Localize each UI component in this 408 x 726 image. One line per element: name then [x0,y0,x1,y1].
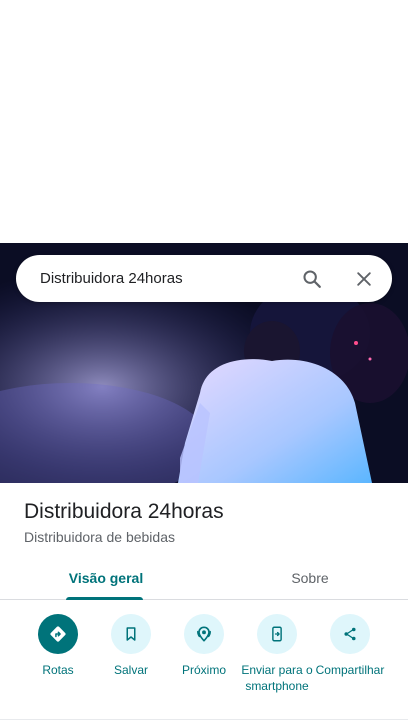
place-category: Distribuidora de bebidas [24,529,175,545]
share-label: Compartilhar [315,663,385,677]
close-icon[interactable] [342,257,386,301]
nearby-label: Próximo [181,663,226,677]
save-label: Salvar [113,663,148,677]
search-bar[interactable]: Distribuidora 24horas [16,255,392,302]
send-to-phone-label: Enviar para o smartphone [241,663,313,693]
tab-about[interactable]: Sobre [212,556,408,599]
active-tab-indicator [66,597,143,600]
divider [0,719,408,720]
tab-about-label: Sobre [291,569,329,586]
save-button[interactable]: Salvar [91,614,171,678]
search-input[interactable]: Distribuidora 24horas [40,270,290,287]
directions-label: Rotas [42,663,74,677]
nearby-button[interactable]: Próximo [164,614,244,678]
tab-overview-label: Visão geral [68,569,144,586]
tab-overview[interactable]: Visão geral [0,556,212,600]
place-title: Distribuidora 24horas [24,500,224,523]
bookmark-icon [111,614,151,654]
directions-button[interactable]: Rotas [18,614,98,678]
action-row: Rotas Salvar Próximo Enviar para o smart… [0,614,408,714]
directions-icon [38,614,78,654]
share-icon [330,614,370,654]
search-icon[interactable] [290,257,334,301]
send-to-phone-button[interactable]: Enviar para o smartphone [237,614,317,694]
send-to-phone-icon [257,614,297,654]
share-button[interactable]: Compartilhar [310,614,390,678]
tab-bar: Visão geral Sobre [0,556,408,600]
nearby-icon [184,614,224,654]
